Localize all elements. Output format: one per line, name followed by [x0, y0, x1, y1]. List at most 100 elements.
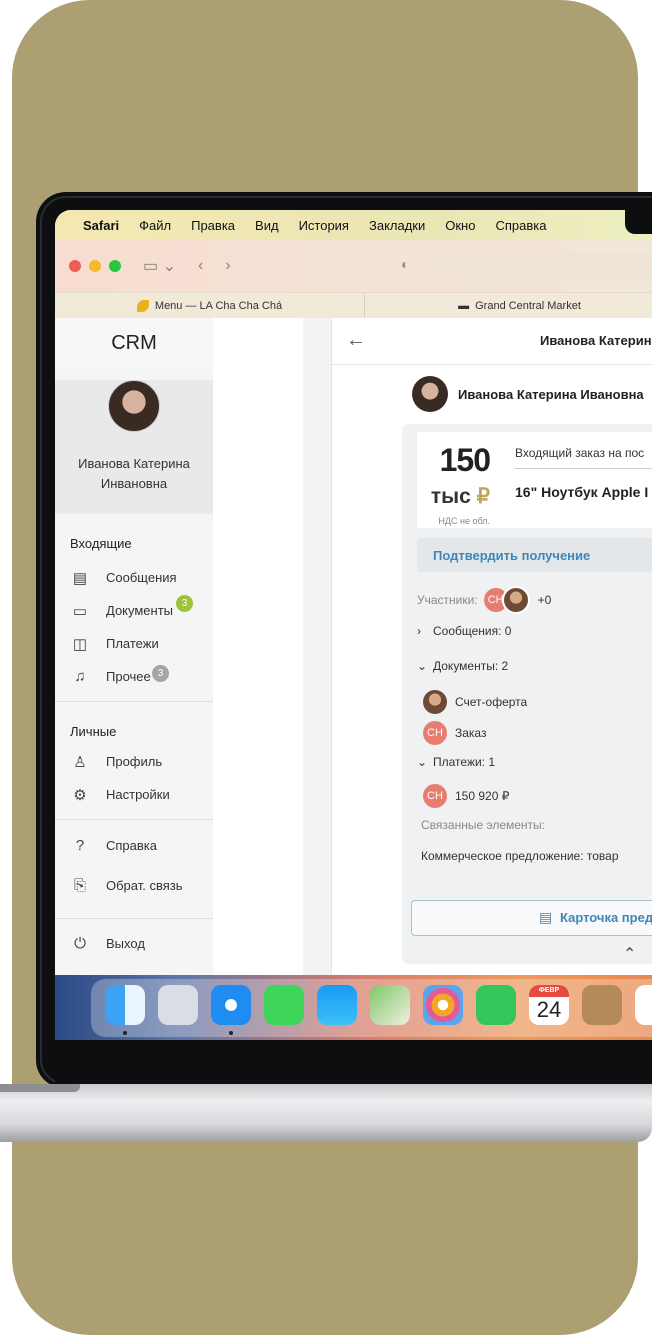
- running-indicator: [123, 1031, 127, 1035]
- detail-header: ← Иванова Катерина: [332, 318, 652, 365]
- maps-icon[interactable]: [370, 985, 410, 1025]
- sidebar-item-settings[interactable]: ⚙ Настройки: [55, 778, 213, 811]
- other-badge: 3: [152, 665, 169, 682]
- participants-label: Участники:: [417, 593, 478, 607]
- user-icon: ♙: [73, 753, 87, 771]
- participant-avatar[interactable]: [501, 586, 530, 614]
- chevron-up-icon[interactable]: ⌃: [623, 944, 636, 964]
- sidebar-item-logout[interactable]: ⏻ Выход: [55, 927, 213, 960]
- price-block: 150 тыс ₽ НДС не обл.: [417, 432, 503, 528]
- bell-icon: ♫: [74, 668, 86, 685]
- messages-toggle[interactable]: › Сообщения: 0: [417, 624, 511, 638]
- photos-icon[interactable]: [423, 985, 463, 1025]
- sidebar-item-documents[interactable]: ▭ Документы 3: [55, 594, 213, 627]
- running-indicator: [229, 1031, 233, 1035]
- mail-icon[interactable]: [317, 985, 357, 1025]
- sidebar-toggle-icon[interactable]: ▭ ⌄: [143, 256, 176, 276]
- folder-icon: ▭: [72, 602, 88, 620]
- address-bar[interactable]: [433, 254, 652, 280]
- sidebar-item-payments[interactable]: ◫ Платежи: [55, 627, 213, 660]
- privacy-shield-icon[interactable]: ◐: [401, 256, 415, 274]
- document-item[interactable]: Счет-оферта: [423, 690, 527, 714]
- reminders-icon[interactable]: [635, 985, 652, 1025]
- payment-amount: 150 920 ₽: [455, 789, 510, 803]
- menu-file[interactable]: Файл: [139, 218, 171, 233]
- payment-item[interactable]: СН 150 920 ₽: [423, 784, 509, 808]
- crm-app: CRM Иванова Катерина Инвановна Входящие …: [55, 318, 652, 975]
- facetime-icon[interactable]: [476, 985, 516, 1025]
- tab-bar: Menu — LA Cha Cha Chá ▬ Grand Central Ma…: [55, 292, 652, 319]
- arrow-left-icon[interactable]: ←: [346, 329, 366, 352]
- order-subtitle: Входящий заказ на пос: [515, 446, 645, 460]
- sidebar-item-feedback[interactable]: ⎘ Обрат. связь: [55, 869, 213, 902]
- tab-grand-central[interactable]: ▬ Grand Central Market: [365, 293, 652, 319]
- lemon-icon: [136, 300, 149, 312]
- price-value: 150: [439, 442, 491, 478]
- zoom-window-button[interactable]: [109, 260, 121, 272]
- avatar: [423, 690, 447, 714]
- menu-bookmarks[interactable]: Закладки: [369, 218, 425, 233]
- contacts-icon[interactable]: [582, 985, 622, 1025]
- power-icon: ⏻: [74, 935, 86, 952]
- user-name: Иванова Катерина Инвановна: [78, 456, 190, 491]
- documents-toggle[interactable]: ⌄ Документы: 2: [417, 659, 508, 673]
- documents-badge: 3: [176, 595, 193, 612]
- payments-toggle[interactable]: ⌄ Платежи: 1: [417, 755, 495, 769]
- product-name: 16" Ноутбук Apple I: [515, 484, 649, 500]
- order-card: 150 тыс ₽ НДС не обл. Входящий заказ на …: [402, 424, 652, 964]
- laptop-chin: [55, 1040, 652, 1084]
- sidebar-item-profile[interactable]: ♙ Профиль: [55, 745, 213, 778]
- calendar-icon[interactable]: ФЕВР 24: [529, 985, 569, 1025]
- brand-title: CRM: [55, 318, 213, 368]
- sidebar-item-messages[interactable]: ▤ Сообщения: [55, 561, 213, 594]
- close-window-button[interactable]: [69, 260, 81, 272]
- document-label: Счет-оферта: [455, 695, 528, 709]
- safari-icon[interactable]: [211, 985, 251, 1025]
- sidebar-item-other[interactable]: ♫ Прочее 3: [55, 660, 213, 693]
- contact-name: Иванова Катерина Ивановна: [458, 386, 644, 402]
- menu-app-name[interactable]: Safari: [83, 218, 119, 233]
- minimize-window-button[interactable]: [89, 260, 101, 272]
- reader-icon: ▬: [458, 300, 470, 312]
- chevron-down-icon: ⌄: [417, 755, 428, 769]
- sidebar-item-label: Выход: [106, 936, 145, 951]
- page-title: Иванова Катерина: [540, 333, 652, 348]
- document-item[interactable]: СН Заказ: [423, 721, 486, 745]
- user-profile[interactable]: Иванова Катерина Инвановна: [55, 380, 213, 514]
- linked-item[interactable]: Коммерческое предложение: товар: [421, 849, 619, 863]
- messages-icon[interactable]: [264, 985, 304, 1025]
- currency-symbol: ₽: [476, 485, 490, 508]
- forward-nav-icon[interactable]: ›: [225, 257, 230, 275]
- menu-edit[interactable]: Правка: [191, 218, 235, 233]
- sidebar-item-label: Профиль: [106, 754, 163, 769]
- avatar: СН: [423, 784, 447, 808]
- menu-bar: Safari Файл Правка Вид История Закладки …: [55, 210, 652, 240]
- menu-window[interactable]: Окно: [445, 218, 475, 233]
- sidebar-item-label: Прочее: [106, 669, 151, 684]
- avatar: [108, 380, 160, 432]
- confirm-receipt-button[interactable]: Подтвердить получение С: [417, 538, 652, 572]
- vat-note: НДС не обл.: [438, 516, 490, 526]
- messages-count: Сообщения: 0: [433, 624, 512, 638]
- browser-toolbar: ▭ ⌄ ‹ › ◐: [55, 240, 652, 292]
- offer-card-button[interactable]: ▤ Карточка пред: [411, 900, 652, 936]
- sidebar-item-label: Справка: [106, 838, 157, 853]
- participants-row: Участники: СН +0: [417, 586, 551, 614]
- launchpad-icon[interactable]: [158, 985, 198, 1025]
- help-icon: ?: [75, 837, 85, 854]
- sidebar-item-label: Платежи: [106, 636, 159, 651]
- sidebar-item-label: Документы: [106, 603, 174, 618]
- menu-history[interactable]: История: [299, 218, 349, 233]
- back-nav-icon[interactable]: ‹: [198, 257, 203, 275]
- camera-notch: [625, 210, 652, 234]
- participants-more[interactable]: +0: [538, 593, 552, 607]
- menu-view[interactable]: Вид: [255, 218, 279, 233]
- contact-row[interactable]: Иванова Катерина Ивановна: [412, 376, 644, 412]
- wallet-icon: ◫: [72, 635, 88, 653]
- sidebar-item-help[interactable]: ? Справка: [55, 829, 213, 862]
- tab-la-cha-cha[interactable]: Menu — LA Cha Cha Chá: [55, 293, 365, 319]
- sidebar-item-label: Сообщения: [106, 570, 177, 585]
- finder-icon[interactable]: [105, 985, 145, 1025]
- menu-help[interactable]: Справка: [495, 218, 546, 233]
- avatar: СН: [423, 721, 447, 745]
